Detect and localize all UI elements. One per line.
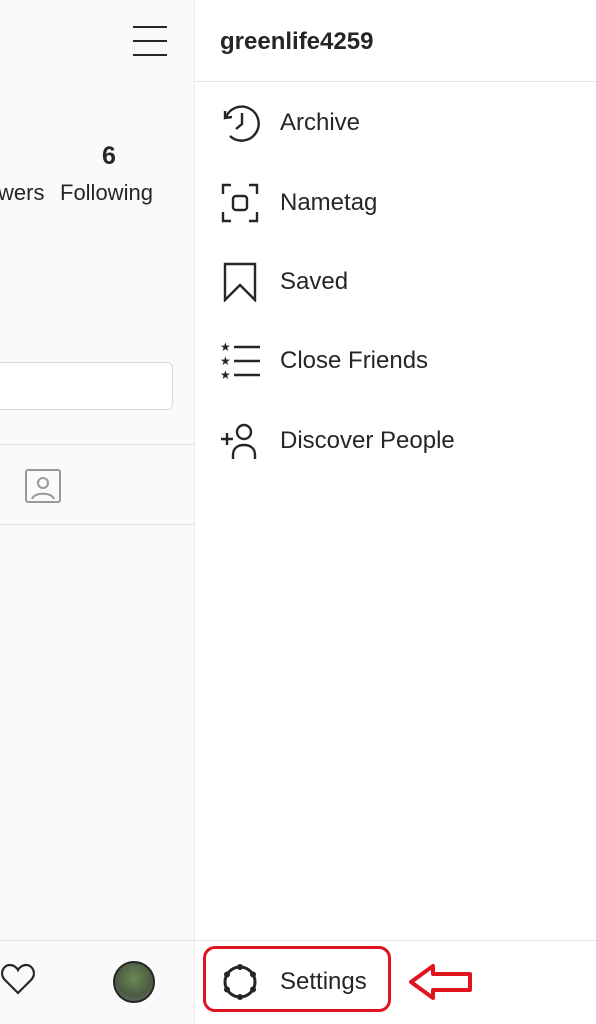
profile-avatar[interactable]	[113, 961, 155, 1003]
side-drawer: greenlife4259 Archive Nametag Saved ★ ★ ★ …	[195, 0, 596, 1024]
menu-item-nametag[interactable]: Nametag	[220, 178, 590, 228]
menu-item-label: Close Friends	[280, 347, 429, 374]
archive-clock-icon	[223, 105, 260, 142]
following-count[interactable]: 6	[60, 142, 158, 171]
menu-item-label: Archive	[280, 109, 361, 136]
drawer-username: greenlife4259	[220, 28, 374, 55]
menu-item-discover-people[interactable]: Discover People	[220, 416, 590, 466]
divider	[0, 444, 195, 445]
menu-hamburger-icon[interactable]	[133, 26, 167, 56]
bottom-divider	[0, 940, 596, 941]
menu-item-label: Discover People	[280, 427, 455, 454]
highlight-box	[203, 946, 391, 1012]
menu-item-close-friends[interactable]: ★ ★ ★ Close Friends	[220, 336, 590, 386]
followers-label[interactable]: wers	[0, 180, 44, 206]
heart-icon[interactable]	[0, 962, 36, 996]
edit-profile-button[interactable]	[0, 362, 173, 410]
nametag-icon	[221, 183, 259, 223]
red-arrow-left-icon	[409, 964, 472, 1000]
divider	[0, 524, 195, 525]
close-friends-list-icon: ★★★	[220, 341, 260, 381]
tagged-photos-icon[interactable]	[24, 465, 64, 505]
menu-item-label: Saved	[280, 268, 349, 295]
profile-panel: wers 6 Following	[0, 0, 195, 1024]
svg-text:★: ★	[220, 341, 231, 354]
menu-item-saved[interactable]: Saved	[220, 257, 590, 307]
menu-item-archive[interactable]: Archive	[220, 98, 590, 148]
following-label[interactable]: Following	[60, 180, 153, 206]
menu-item-label: Nametag	[280, 189, 378, 216]
add-person-icon	[221, 423, 257, 459]
bookmark-icon	[223, 262, 257, 302]
divider	[195, 81, 596, 82]
svg-text:★: ★	[220, 368, 231, 381]
svg-text:★: ★	[220, 354, 231, 368]
